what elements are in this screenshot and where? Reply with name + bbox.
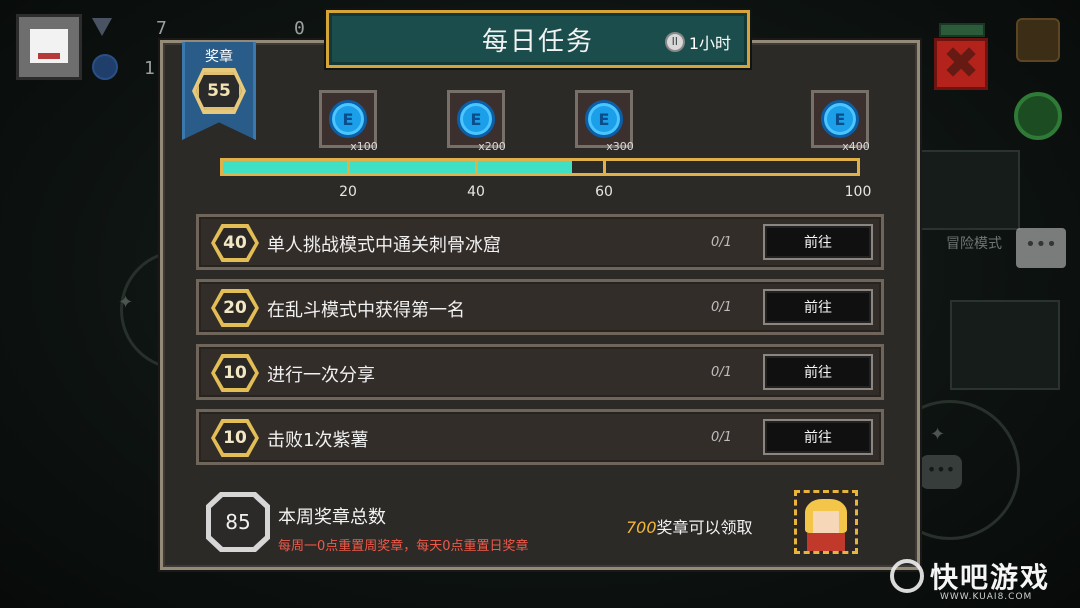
task-progress: 0/1 — [711, 365, 732, 380]
player-avatar[interactable] — [16, 14, 82, 80]
task-points-inner: 10 — [215, 423, 255, 453]
task-description: 单人挑战模式中通关刺骨冰窟 — [267, 235, 501, 256]
claim-number: 700 — [626, 518, 657, 537]
reward-amount: x100 — [350, 140, 378, 153]
progress-tick-label: 20 — [339, 184, 357, 200]
task-points: 40 — [223, 233, 247, 253]
reset-note: 每周一0点重置周奖章，每天0点重置日奖章 — [278, 539, 529, 554]
task-points-badge: 20 — [211, 289, 259, 327]
task-progress: 0/1 — [711, 430, 732, 445]
adventure-mode-label: 冒险模式 — [946, 236, 1002, 252]
coin-icon — [92, 54, 118, 80]
site-watermark: 快吧游戏 — [890, 556, 1050, 596]
task-row: 10 击败1次紫薯 0/1 前往 — [196, 409, 884, 465]
gem-count: 7 — [156, 18, 167, 39]
progress-tick — [603, 158, 606, 176]
task-progress: 0/1 — [711, 300, 732, 315]
bg-structure — [920, 150, 1020, 230]
reward-amount: x200 — [478, 140, 506, 153]
task-points-badge: 10 — [211, 354, 259, 392]
medal-count-value: 55 — [207, 81, 231, 101]
close-button[interactable]: ✖ — [934, 23, 988, 90]
blue-gem-coin-icon: E — [457, 100, 495, 138]
book-icon[interactable] — [1016, 18, 1060, 62]
avatar-mouth — [38, 53, 60, 59]
week-medal-badge: 85 — [211, 497, 265, 547]
task-row: 20 在乱斗模式中获得第一名 0/1 前往 — [196, 279, 884, 335]
task-points-inner: 20 — [215, 293, 255, 323]
task-points-badge: 40 — [211, 224, 259, 262]
progress-tick — [475, 158, 478, 176]
task-description: 在乱斗模式中获得第一名 — [267, 300, 465, 321]
blue-gem-coin-icon: E — [585, 100, 623, 138]
progress-tick-label: 60 — [595, 184, 613, 200]
progress-fill — [223, 161, 572, 173]
pause-icon: II — [664, 32, 685, 52]
green-action-button[interactable] — [1014, 92, 1062, 140]
daily-medal-count: 55 — [196, 72, 242, 110]
week-medal-total: 85 — [225, 510, 251, 534]
refresh-timer: II 1小时 — [664, 30, 731, 54]
week-medal-title: 本周奖章总数 — [278, 507, 386, 528]
material-count: 0 — [294, 18, 305, 39]
watermark-logo-icon — [890, 559, 924, 593]
reward-amount: x400 — [842, 140, 870, 153]
medal-label: 奖章 — [205, 49, 233, 65]
go-button[interactable]: 前往 — [763, 224, 873, 260]
blue-gem-coin-icon: E — [329, 100, 367, 138]
claim-reward-portrait[interactable] — [794, 490, 858, 554]
portrait-face — [813, 511, 839, 533]
task-points-badge: 10 — [211, 419, 259, 457]
task-points: 10 — [223, 428, 247, 448]
go-button[interactable]: 前往 — [763, 289, 873, 325]
go-button[interactable]: 前往 — [763, 354, 873, 390]
progress-tick — [347, 158, 350, 176]
timer-text: 1小时 — [688, 34, 731, 53]
medal-progress-bar — [220, 158, 860, 176]
emote-bubble-icon[interactable]: ••• — [920, 455, 962, 489]
panel-title-plate: 每日任务 II 1小时 — [326, 10, 750, 68]
watermark-url: WWW.KUAI8.COM — [940, 592, 1033, 602]
go-button[interactable]: 前往 — [763, 419, 873, 455]
task-points-inner: 40 — [215, 228, 255, 258]
gem-icon — [92, 18, 112, 36]
panel-title: 每日任务 — [481, 26, 594, 57]
task-progress: 0/1 — [711, 235, 732, 250]
task-row: 10 进行一次分享 0/1 前往 — [196, 344, 884, 400]
sparkle-icon: ✦ — [118, 292, 134, 313]
task-row: 40 单人挑战模式中通关刺骨冰窟 0/1 前往 — [196, 214, 884, 270]
progress-tick-label: 100 — [844, 184, 872, 200]
task-description: 击败1次紫薯 — [267, 430, 369, 451]
sparkle-icon: ✦ — [930, 424, 946, 445]
task-points: 10 — [223, 363, 247, 383]
coin-count: 1 — [144, 58, 155, 79]
claim-suffix: 奖章可以领取 — [656, 518, 753, 537]
task-description: 进行一次分享 — [267, 365, 375, 386]
chat-bubble-icon[interactable]: ••• — [1016, 228, 1066, 268]
reward-amount: x300 — [606, 140, 634, 153]
task-points: 20 — [223, 298, 247, 318]
progress-tick-label: 40 — [467, 184, 485, 200]
close-icon: ✖ — [942, 38, 980, 89]
task-points-inner: 10 — [215, 358, 255, 388]
close-tab — [939, 23, 985, 37]
portrait-body — [807, 533, 845, 551]
bg-structure — [950, 300, 1060, 390]
claim-text: 700奖章可以领取 — [626, 514, 753, 538]
blue-gem-coin-icon: E — [821, 100, 859, 138]
watermark-text: 快吧游戏 — [930, 561, 1051, 594]
